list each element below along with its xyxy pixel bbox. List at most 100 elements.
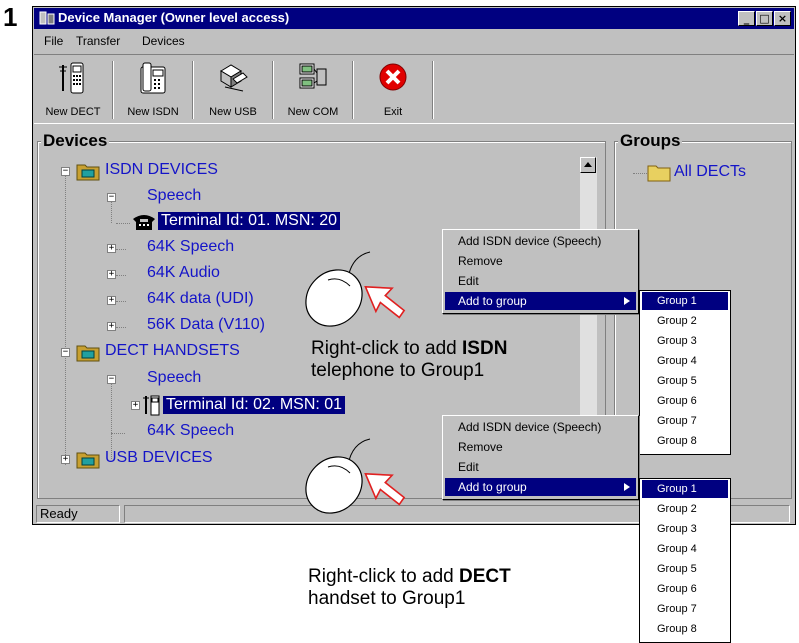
submenu-group-2[interactable]: Group 2	[642, 312, 728, 330]
tree-item-terminal-01[interactable]: Terminal Id: 01. MSN: 20	[158, 212, 341, 230]
group-submenu-dect: Group 1 Group 2 Group 3 Group 4 Group 5 …	[639, 478, 731, 643]
toolbar-separator	[192, 61, 194, 119]
tree-item-isdn-devices[interactable]: ISDN DEVICES	[105, 161, 218, 179]
toolbar-separator	[432, 61, 434, 119]
expander-terminal-02[interactable]: +	[131, 401, 140, 410]
submenu-group-6[interactable]: Group 6	[642, 392, 728, 410]
submenu-group-3[interactable]: Group 3	[642, 332, 728, 350]
submenu-group-6[interactable]: Group 6	[642, 580, 728, 598]
new-dect-button[interactable]: New DECT	[36, 59, 110, 121]
submenu-group-5[interactable]: Group 5	[642, 372, 728, 390]
folder-network-icon	[76, 164, 100, 181]
submenu-group-4[interactable]: Group 4	[642, 352, 728, 370]
folder-network-icon	[76, 452, 100, 469]
expander-isdn-devices[interactable]: −	[61, 167, 70, 176]
group-submenu-isdn: Group 1 Group 2 Group 3 Group 4 Group 5 …	[639, 290, 731, 455]
annotation-dect: Right-click to add DECT handset to Group…	[308, 566, 511, 610]
submenu-group-5[interactable]: Group 5	[642, 560, 728, 578]
submenu-group-3[interactable]: Group 3	[642, 520, 728, 538]
submenu-group-8[interactable]: Group 8	[642, 620, 728, 638]
groups-panel-title: Groups	[618, 131, 683, 151]
annotation-isdn-suffix: telephone to Group1	[311, 360, 485, 381]
new-dect-label: New DECT	[45, 106, 101, 118]
menu-item-add-isdn[interactable]: Add ISDN device (Speech)	[445, 232, 636, 250]
scroll-up-button[interactable]	[580, 157, 596, 173]
tree-item-64k-speech[interactable]: 64K Speech	[147, 238, 234, 256]
tree-item-64k-audio[interactable]: 64K Audio	[147, 264, 220, 282]
window-title: Device Manager (Owner level access)	[58, 10, 290, 25]
expander-dect-speech[interactable]: −	[107, 375, 116, 384]
title-bar[interactable]: Device Manager (Owner level access) _ □ …	[34, 8, 794, 29]
tree-line	[65, 171, 66, 351]
menu-file[interactable]: File	[44, 34, 63, 48]
dect-handset-icon	[143, 395, 160, 416]
menu-item-edit[interactable]: Edit	[445, 458, 636, 476]
app-icon	[39, 11, 55, 25]
new-usb-label: New USB	[209, 106, 257, 118]
tree-line	[116, 223, 130, 224]
annotation-isdn-prefix: Right-click to add	[311, 338, 463, 359]
tree-line	[65, 353, 66, 465]
tree-item-isdn-speech[interactable]: Speech	[147, 187, 201, 205]
tree-item-64k-data[interactable]: 64K data (UDI)	[147, 290, 254, 308]
folder-icon	[647, 165, 671, 182]
tree-line	[111, 433, 125, 434]
tree-item-56k-data[interactable]: 56K Data (V110)	[147, 316, 265, 334]
new-com-label: New COM	[287, 106, 339, 118]
mouse-illustration	[305, 438, 406, 514]
submenu-group-4[interactable]: Group 4	[642, 540, 728, 558]
annotation-isdn-bold: ISDN	[462, 338, 508, 359]
tree-item-terminal-02[interactable]: Terminal Id: 02. MSN: 01	[163, 396, 346, 414]
annotation-isdn: Right-click to add ISDN telephone to Gro…	[311, 338, 507, 382]
menu-item-add-isdn[interactable]: Add ISDN device (Speech)	[445, 418, 636, 436]
menu-item-remove[interactable]: Remove	[445, 252, 636, 270]
submenu-group-7[interactable]: Group 7	[642, 600, 728, 618]
usb-devices-icon	[220, 64, 248, 92]
tree-item-dect-handsets[interactable]: DECT HANDSETS	[105, 342, 240, 360]
submenu-group-1[interactable]: Group 1	[642, 292, 728, 310]
menu-item-add-to-group[interactable]: Add to group	[445, 292, 636, 310]
menu-transfer[interactable]: Transfer	[76, 34, 120, 48]
expander-64k-audio[interactable]: +	[107, 270, 116, 279]
group-item-all-dects[interactable]: All DECTs	[674, 163, 746, 181]
tree-line	[111, 379, 112, 459]
expander-isdn-speech[interactable]: −	[107, 193, 116, 202]
tree-line	[116, 275, 126, 276]
maximize-button[interactable]: □	[756, 11, 773, 26]
submenu-arrow-icon	[624, 483, 630, 491]
submenu-group-2[interactable]: Group 2	[642, 500, 728, 518]
pointer-arrow-icon	[364, 472, 406, 506]
close-button[interactable]: ×	[774, 11, 791, 26]
expander-dect-handsets[interactable]: −	[61, 348, 70, 357]
tree-line	[116, 327, 126, 328]
menu-item-edit[interactable]: Edit	[445, 272, 636, 290]
menu-item-remove[interactable]: Remove	[445, 438, 636, 456]
submenu-group-1[interactable]: Group 1	[642, 480, 728, 498]
tree-line	[116, 301, 126, 302]
new-com-button[interactable]: New COM	[276, 59, 350, 121]
expander-64k-data[interactable]: +	[107, 296, 116, 305]
submenu-group-8[interactable]: Group 8	[642, 432, 728, 450]
new-isdn-button[interactable]: New ISDN	[116, 59, 190, 121]
menu-item-add-to-group[interactable]: Add to group	[445, 478, 636, 496]
expander-56k-data[interactable]: +	[107, 322, 116, 331]
folder-network-icon	[76, 345, 100, 362]
toolbar-separator	[272, 61, 274, 119]
menu-devices[interactable]: Devices	[142, 34, 185, 48]
exit-button[interactable]: Exit	[356, 59, 430, 121]
expander-usb-devices[interactable]: +	[61, 455, 70, 464]
new-usb-button[interactable]: New USB	[196, 59, 270, 121]
menu-item-add-to-group-label: Add to group	[458, 294, 527, 308]
context-menu-isdn: Add ISDN device (Speech) Remove Edit Add…	[442, 229, 639, 314]
annotation-dect-suffix: handset to Group1	[308, 588, 466, 609]
tree-item-dect-speech[interactable]: Speech	[147, 369, 201, 387]
minimize-button[interactable]: _	[738, 11, 755, 26]
context-menu-dect: Add ISDN device (Speech) Remove Edit Add…	[442, 415, 639, 500]
submenu-group-7[interactable]: Group 7	[642, 412, 728, 430]
tree-item-dect-64k-speech[interactable]: 64K Speech	[147, 422, 234, 440]
expander-64k-speech[interactable]: +	[107, 244, 116, 253]
exit-label: Exit	[383, 106, 403, 118]
toolbar-separator	[112, 61, 114, 119]
tree-item-usb-devices[interactable]: USB DEVICES	[105, 449, 213, 467]
exit-icon	[379, 63, 407, 91]
